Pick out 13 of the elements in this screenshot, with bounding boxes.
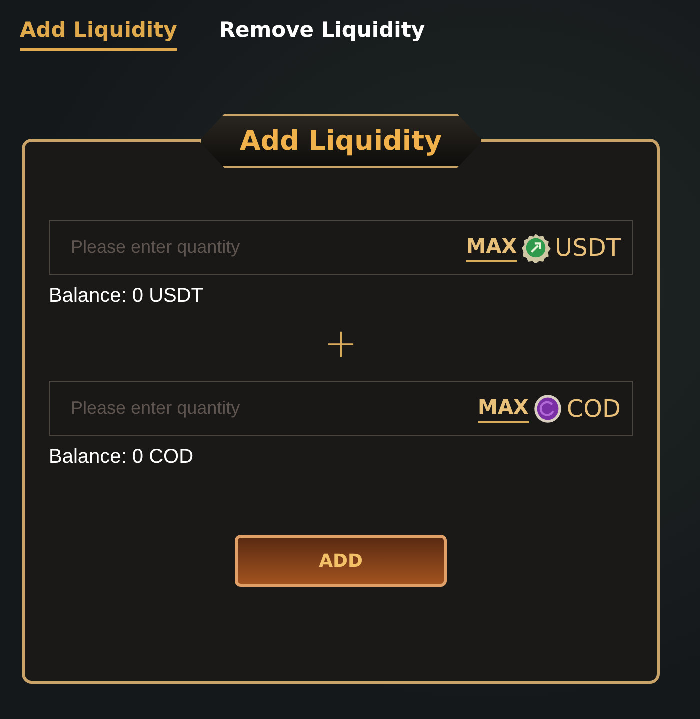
balance-label: Balance: 0 USDT	[49, 285, 205, 308]
token-symbol: USDT	[555, 234, 621, 262]
token-symbol: COD	[566, 394, 621, 422]
plus-sign: +	[323, 320, 359, 368]
tab[interactable]: Remove Liquidity	[219, 18, 426, 51]
balance-label: Balance: 0 COD	[49, 446, 195, 469]
max-link[interactable]: MAX	[478, 394, 529, 422]
max-link[interactable]: MAX	[466, 234, 518, 262]
add-button[interactable]: ADD	[235, 535, 447, 587]
tab[interactable]: Add Liquidity	[20, 18, 178, 51]
token-coin-icon	[532, 394, 563, 424]
token-badge-icon	[521, 232, 552, 262]
panel-title: Add Liquidity	[240, 126, 442, 156]
